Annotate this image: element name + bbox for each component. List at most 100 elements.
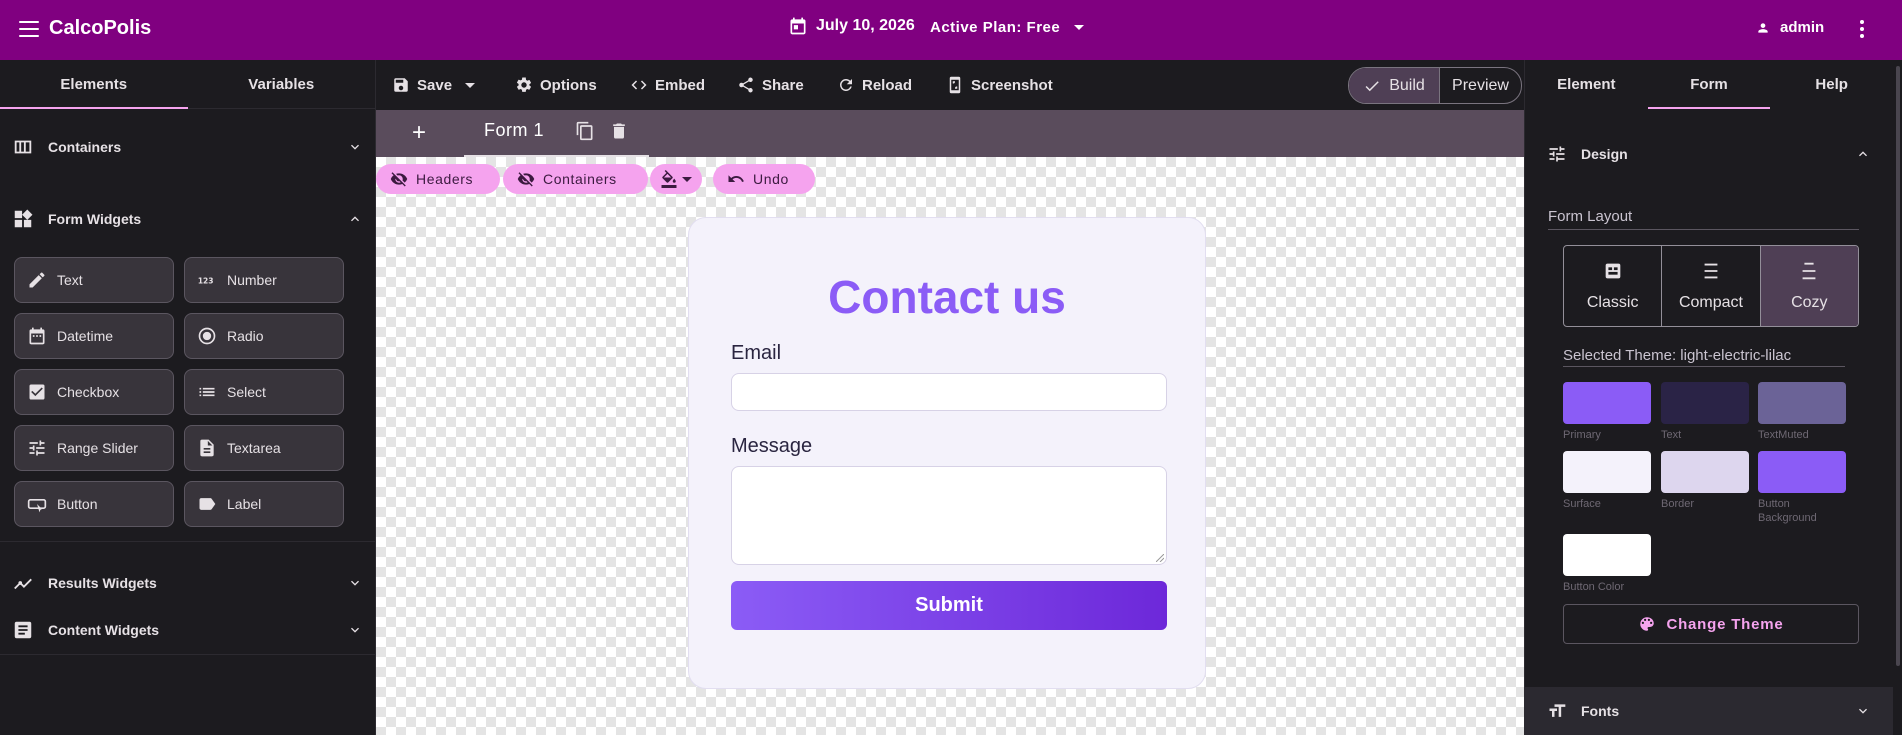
layout-compact-option[interactable]: Compact: [1662, 246, 1761, 326]
hamburger-menu-icon[interactable]: [18, 18, 40, 40]
section-containers[interactable]: Containers: [0, 109, 375, 185]
scrollbar-thumb[interactable]: [1896, 66, 1900, 666]
person-icon: [1758, 22, 1768, 33]
checkbox-icon: [29, 384, 45, 400]
change-theme-label: Change Theme: [1666, 615, 1784, 633]
toggle-containers-chip[interactable]: Containers: [503, 164, 648, 194]
reload-label: Reload: [862, 76, 913, 94]
widget-select-button[interactable]: Select: [184, 369, 344, 415]
message-textarea[interactable]: [731, 466, 1167, 565]
widget-button-button[interactable]: Button: [14, 481, 174, 527]
swatch-label: Button Background: [1758, 498, 1817, 524]
add-tab-icon[interactable]: +: [412, 119, 426, 147]
caret-down-icon: [465, 82, 476, 88]
pencil-icon: [29, 272, 45, 288]
visibility-off-icon: [390, 172, 408, 187]
options-button[interactable]: Options: [515, 76, 597, 94]
fonts-section-header[interactable]: Fonts: [1525, 687, 1893, 735]
trash-icon[interactable]: [609, 121, 629, 141]
widget-textarea-button[interactable]: Textarea: [184, 425, 344, 471]
number-icon: 123: [198, 276, 214, 285]
reload-button[interactable]: Reload: [837, 76, 912, 94]
code-icon: [631, 80, 647, 90]
share-button[interactable]: Share: [737, 76, 804, 94]
design-section-header[interactable]: Design: [1525, 109, 1893, 199]
tab-form-1[interactable]: Form 1: [464, 110, 649, 157]
calendar-icon: [29, 327, 45, 345]
screenshot-button[interactable]: Screenshot: [946, 76, 1053, 94]
email-field[interactable]: [731, 373, 1167, 411]
swatch-color: [1758, 451, 1846, 493]
swatch-color: [1563, 451, 1651, 493]
widget-label-button[interactable]: Label: [184, 481, 344, 527]
widget-text-button[interactable]: Text: [14, 257, 174, 303]
widget-radio-button[interactable]: Radio: [184, 313, 344, 359]
widget-number-button[interactable]: 123 Number: [184, 257, 344, 303]
swatch-text[interactable]: Text: [1661, 382, 1751, 442]
widget-label: Text: [57, 272, 83, 288]
chart-line-icon: [14, 578, 32, 590]
widget-range-slider-button[interactable]: Range Slider: [14, 425, 174, 471]
chevron-up-icon: [1859, 151, 1867, 157]
app-header: CalcoPolis July 10, 2026 Active Plan: Fr…: [0, 0, 1902, 60]
copy-icon[interactable]: [575, 121, 595, 141]
swatch-primary[interactable]: Primary: [1563, 382, 1653, 442]
paint-bucket-icon: [661, 170, 677, 188]
plan-text: Active Plan: Free: [930, 19, 1061, 36]
swatch-border[interactable]: Border: [1661, 451, 1751, 511]
swatch-button-color[interactable]: Button Color: [1563, 534, 1653, 594]
radio-icon: [198, 327, 216, 345]
tab-element[interactable]: Element: [1525, 60, 1648, 109]
swatch-surface[interactable]: Surface: [1563, 451, 1653, 511]
design-title: Design: [1581, 146, 1628, 162]
toggle-headers-chip[interactable]: Headers: [376, 164, 500, 194]
canvas-area: + Form 1 Headers Containers Undo Contact…: [376, 110, 1524, 735]
tab-variables[interactable]: Variables: [188, 60, 376, 108]
svg-text:123: 123: [198, 276, 214, 285]
layout-cozy-option[interactable]: Cozy: [1760, 246, 1858, 326]
fill-color-chip[interactable]: [650, 164, 702, 194]
layout-classic-option[interactable]: Classic: [1564, 246, 1663, 326]
user-menu[interactable]: admin: [1756, 19, 1824, 36]
widget-datetime-button[interactable]: Datetime: [14, 313, 174, 359]
widget-label: Range Slider: [57, 440, 138, 456]
form-layout-label: Form Layout: [1548, 208, 1633, 225]
preview-toggle-button[interactable]: Preview: [1440, 68, 1521, 103]
change-theme-button[interactable]: Change Theme: [1563, 604, 1859, 644]
calendar-icon: [790, 17, 806, 35]
swatch-textmuted[interactable]: TextMuted: [1758, 382, 1848, 442]
section-results-widgets[interactable]: Results Widgets: [0, 560, 375, 606]
submit-button[interactable]: Submit: [731, 581, 1167, 630]
fonts-title: Fonts: [1581, 703, 1620, 719]
left-panel: Elements Variables Containers Form Widge…: [0, 60, 376, 735]
right-tabs: Element Form Help: [1525, 60, 1893, 109]
email-label: Email: [731, 342, 782, 364]
refresh-icon: [839, 78, 852, 91]
layout-classic-icon: [1605, 263, 1620, 279]
screenshot-label: Screenshot: [971, 76, 1053, 94]
more-vert-icon[interactable]: [1858, 18, 1866, 40]
form-canvas: Headers Containers Undo Contact us Email…: [376, 157, 1524, 735]
section-content-widgets[interactable]: Content Widgets: [0, 606, 375, 654]
layout-cozy-icon: [1802, 262, 1816, 280]
undo-chip[interactable]: Undo: [713, 164, 815, 194]
widget-checkbox-button[interactable]: Checkbox: [14, 369, 174, 415]
swatch-label: Border: [1661, 498, 1695, 510]
save-button[interactable]: Save: [392, 76, 476, 94]
plan-dropdown[interactable]: Active Plan: Free: [930, 19, 1085, 36]
chevron-down-icon: [351, 144, 359, 150]
options-label: Options: [540, 76, 597, 94]
tab-elements[interactable]: Elements: [0, 60, 188, 109]
widget-label: Checkbox: [57, 384, 120, 400]
embed-button[interactable]: Embed: [630, 76, 705, 94]
layout-label: Cozy: [1791, 294, 1828, 311]
text-size-icon: [1549, 704, 1566, 717]
build-toggle-button[interactable]: Build: [1349, 68, 1440, 103]
tab-help[interactable]: Help: [1770, 60, 1893, 109]
button-icon: [27, 499, 47, 513]
swatch-button-background[interactable]: Button Background: [1758, 451, 1848, 525]
section-form-widgets[interactable]: Form Widgets: [0, 185, 375, 253]
tab-form[interactable]: Form: [1647, 60, 1771, 109]
widget-label: Textarea: [227, 440, 281, 456]
resize-handle-icon[interactable]: [1156, 554, 1164, 562]
